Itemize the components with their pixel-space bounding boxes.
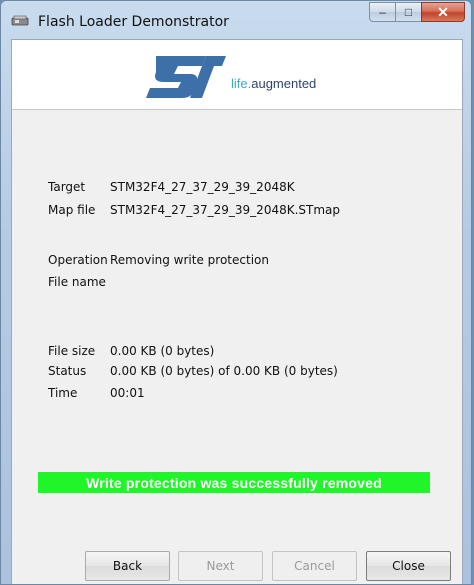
target-label: Target xyxy=(48,180,86,194)
tagline-part-augmented: augmented xyxy=(251,76,317,91)
next-button[interactable]: Next xyxy=(178,551,263,581)
filesize-value: 0.00 KB (0 bytes) xyxy=(110,344,215,358)
tagline-part-life: life. xyxy=(231,76,252,91)
operation-value: Removing write protection xyxy=(110,253,269,267)
st-logo xyxy=(146,56,226,98)
maximize-button[interactable]: □ xyxy=(395,2,421,22)
back-button[interactable]: Back xyxy=(85,551,170,581)
title-bar[interactable]: Flash Loader Demonstrator – □ ✕ xyxy=(1,1,471,43)
mapfile-label: Map file xyxy=(48,203,96,217)
minimize-button[interactable]: – xyxy=(369,2,395,22)
cancel-button[interactable]: Cancel xyxy=(272,551,357,581)
close-window-button[interactable]: ✕ xyxy=(421,2,465,22)
status-message: Write protection was successfully remove… xyxy=(86,474,382,491)
time-label: Time xyxy=(48,386,78,400)
filename-label: File name xyxy=(48,275,106,289)
maximize-icon: □ xyxy=(404,5,413,19)
window-title: Flash Loader Demonstrator xyxy=(38,14,229,30)
caption-buttons: – □ ✕ xyxy=(369,2,465,24)
status-message-bar: Write protection was successfully remove… xyxy=(38,472,430,493)
flash-loader-icon xyxy=(11,15,29,26)
flash-loader-window: Flash Loader Demonstrator – □ ✕ life.aug… xyxy=(0,0,472,585)
target-value: STM32F4_27_37_29_39_2048K xyxy=(110,180,295,194)
close-button[interactable]: Close xyxy=(366,551,451,581)
filesize-label: File size xyxy=(48,344,96,358)
status-label: Status xyxy=(48,364,87,378)
close-icon: ✕ xyxy=(437,4,449,20)
mapfile-value: STM32F4_27_37_29_39_2048K.STmap xyxy=(110,203,341,217)
time-value: 00:01 xyxy=(110,386,145,400)
status-value: 0.00 KB (0 bytes) of 0.00 KB (0 bytes) xyxy=(110,364,338,378)
tagline: life.augmented xyxy=(231,76,316,91)
st-banner: life.augmented xyxy=(12,40,462,110)
operation-label: Operation xyxy=(48,253,108,267)
dialog-client-area: life.augmented Target STM32F4_27_37_29_3… xyxy=(11,39,463,584)
minimize-icon: – xyxy=(379,5,386,19)
